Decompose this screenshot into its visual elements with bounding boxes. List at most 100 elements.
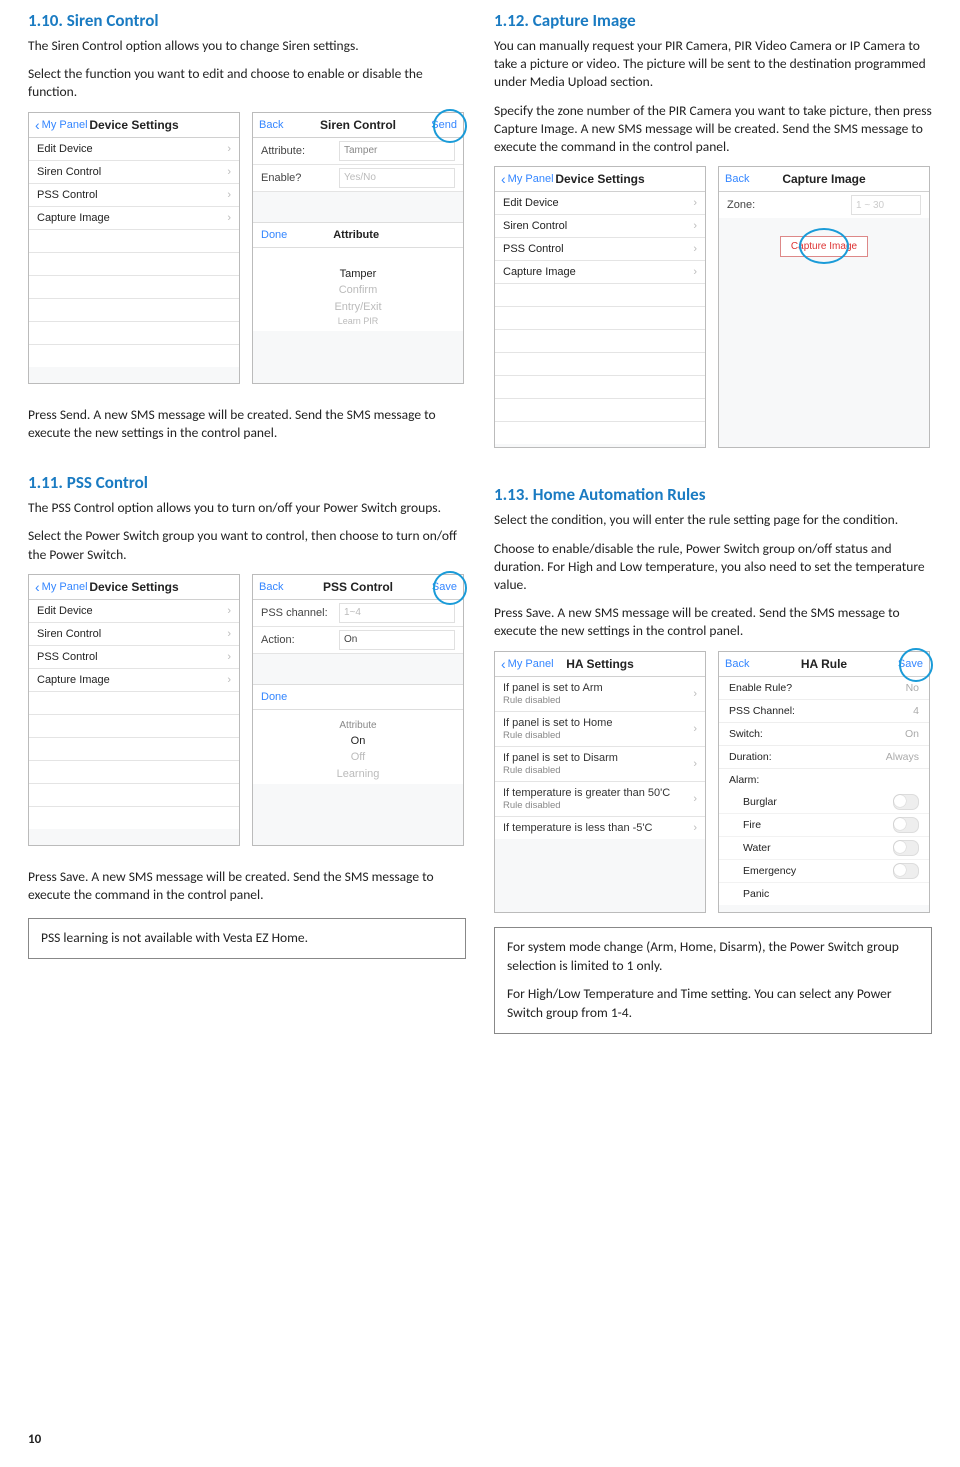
nav-back[interactable]: Back bbox=[725, 658, 749, 670]
list-item[interactable]: PSS Control bbox=[495, 238, 705, 261]
send-button[interactable]: Send bbox=[431, 119, 457, 131]
list-item[interactable]: If temperature is less than -5'C bbox=[495, 817, 705, 839]
list-item[interactable]: Siren Control bbox=[29, 161, 239, 184]
chevron-right-icon bbox=[693, 758, 697, 770]
toggle[interactable] bbox=[893, 863, 919, 879]
toggle-row[interactable]: Burglar bbox=[719, 791, 929, 814]
para: Select the function you want to edit and… bbox=[28, 65, 466, 101]
action-input[interactable]: On bbox=[339, 630, 455, 650]
chevron-left-icon bbox=[501, 656, 506, 672]
chevron-right-icon bbox=[227, 166, 231, 178]
heading-capture-image: 1.12. Capture Image bbox=[494, 10, 932, 31]
toggle-row[interactable]: Emergency bbox=[719, 860, 929, 883]
chevron-right-icon bbox=[227, 143, 231, 155]
chevron-right-icon bbox=[693, 220, 697, 232]
pss-channel-input[interactable]: 1~4 bbox=[339, 603, 455, 623]
form-row[interactable]: PSS channel:1~4 bbox=[253, 600, 463, 627]
form-row[interactable]: Action:On bbox=[253, 627, 463, 654]
list-item[interactable]: If panel is set to HomeRule disabled bbox=[495, 712, 705, 747]
heading-ha-rules: 1.13. Home Automation Rules bbox=[494, 484, 932, 505]
toggle[interactable] bbox=[893, 817, 919, 833]
nav-title: Device Settings bbox=[89, 580, 178, 594]
enable-input[interactable]: Yes/No bbox=[339, 168, 455, 188]
nav-back[interactable]: Back bbox=[259, 119, 283, 131]
toggle[interactable] bbox=[893, 794, 919, 810]
list-item[interactable]: Capture Image bbox=[495, 261, 705, 284]
para: Press Save. A new SMS message will be cr… bbox=[28, 868, 466, 904]
mock-capture-image: Back Capture Image Zone: 1 ~ 30 Capture … bbox=[718, 166, 930, 448]
nav-back[interactable]: My Panel bbox=[35, 579, 88, 595]
heading-pss-control: 1.11. PSS Control bbox=[28, 472, 466, 493]
mock-device-settings: My Panel Device Settings Edit Device Sir… bbox=[494, 166, 706, 448]
form-row[interactable]: Enable Rule?No bbox=[719, 677, 929, 700]
list-item[interactable]: Capture Image bbox=[29, 207, 239, 230]
para: The PSS Control option allows you to tur… bbox=[28, 499, 466, 517]
capture-image-button[interactable]: Capture Image bbox=[780, 236, 868, 257]
list-item[interactable]: Siren Control bbox=[29, 623, 239, 646]
nav-back[interactable]: My Panel bbox=[35, 117, 88, 133]
chevron-right-icon bbox=[693, 822, 697, 834]
list-item[interactable]: PSS Control bbox=[29, 646, 239, 669]
form-row[interactable]: Switch:On bbox=[719, 723, 929, 746]
list-item[interactable]: If panel is set to ArmRule disabled bbox=[495, 677, 705, 712]
chevron-left-icon bbox=[35, 579, 40, 595]
attribute-input[interactable]: Tamper bbox=[339, 141, 455, 161]
chevron-right-icon bbox=[227, 212, 231, 224]
note-box: PSS learning is not available with Vesta… bbox=[28, 918, 466, 959]
chevron-right-icon bbox=[693, 197, 697, 209]
form-row[interactable]: Enable?Yes/No bbox=[253, 165, 463, 192]
toggle[interactable] bbox=[893, 840, 919, 856]
nav-title: Siren Control bbox=[320, 118, 396, 132]
list-item[interactable]: Edit Device bbox=[29, 600, 239, 623]
chevron-right-icon bbox=[693, 688, 697, 700]
mock-siren-control: Back Siren Control Send Attribute:Tamper… bbox=[252, 112, 464, 384]
nav-title: HA Rule bbox=[801, 657, 847, 671]
nav-back[interactable]: My Panel bbox=[501, 656, 554, 672]
toggle-row[interactable]: Water bbox=[719, 837, 929, 860]
zone-input[interactable]: 1 ~ 30 bbox=[851, 195, 921, 215]
picker-wheel[interactable]: Attribute On Off Learning bbox=[253, 710, 463, 785]
picker-header: Done Attribute bbox=[253, 222, 463, 248]
chevron-right-icon bbox=[227, 189, 231, 201]
chevron-right-icon bbox=[693, 723, 697, 735]
nav-title: Device Settings bbox=[555, 172, 644, 186]
picker-wheel[interactable]: Tamper Confirm Entry/Exit Learn PIR bbox=[253, 248, 463, 331]
form-row[interactable]: Attribute:Tamper bbox=[253, 138, 463, 165]
form-row[interactable]: PSS Channel:4 bbox=[719, 700, 929, 723]
mock-ha-rule: Back HA Rule Save Enable Rule?No PSS Cha… bbox=[718, 651, 930, 913]
para: Press Save. A new SMS message will be cr… bbox=[494, 604, 932, 640]
chevron-right-icon bbox=[227, 651, 231, 663]
para: Press Send. A new SMS message will be cr… bbox=[28, 406, 466, 442]
list-item[interactable]: Edit Device bbox=[495, 192, 705, 215]
alarm-label: Alarm: bbox=[719, 769, 929, 791]
list-item[interactable]: Capture Image bbox=[29, 669, 239, 692]
nav-back[interactable]: Back bbox=[259, 581, 283, 593]
toggle-row[interactable]: Panic bbox=[719, 883, 929, 905]
save-button[interactable]: Save bbox=[898, 658, 923, 670]
mock-device-settings: My Panel Device Settings Edit Device Sir… bbox=[28, 112, 240, 384]
list-item[interactable]: Siren Control bbox=[495, 215, 705, 238]
form-row[interactable]: Zone: 1 ~ 30 bbox=[719, 192, 929, 218]
picker-done-button[interactable]: Done bbox=[261, 691, 287, 703]
picker-done-button[interactable]: Done bbox=[261, 229, 287, 241]
list-item[interactable]: Edit Device bbox=[29, 138, 239, 161]
list-item[interactable]: If temperature is greater than 50'CRule … bbox=[495, 782, 705, 817]
nav-back[interactable]: My Panel bbox=[501, 171, 554, 187]
nav-title: HA Settings bbox=[566, 657, 634, 671]
chevron-left-icon bbox=[35, 117, 40, 133]
mock-pss-control: Back PSS Control Save PSS channel:1~4 Ac… bbox=[252, 574, 464, 846]
picker-title: Attribute bbox=[333, 229, 379, 241]
para: Select the condition, you will enter the… bbox=[494, 511, 932, 529]
para: The Siren Control option allows you to c… bbox=[28, 37, 466, 55]
chevron-right-icon bbox=[227, 674, 231, 686]
picker-header: Done bbox=[253, 684, 463, 710]
form-row[interactable]: Duration:Always bbox=[719, 746, 929, 769]
page-number: 10 bbox=[28, 1432, 41, 1447]
nav-back[interactable]: Back bbox=[725, 173, 749, 185]
chevron-right-icon bbox=[227, 605, 231, 617]
list-item[interactable]: If panel is set to DisarmRule disabled bbox=[495, 747, 705, 782]
toggle-row[interactable]: Fire bbox=[719, 814, 929, 837]
save-button[interactable]: Save bbox=[432, 581, 457, 593]
list-item[interactable]: PSS Control bbox=[29, 184, 239, 207]
chevron-right-icon bbox=[693, 793, 697, 805]
